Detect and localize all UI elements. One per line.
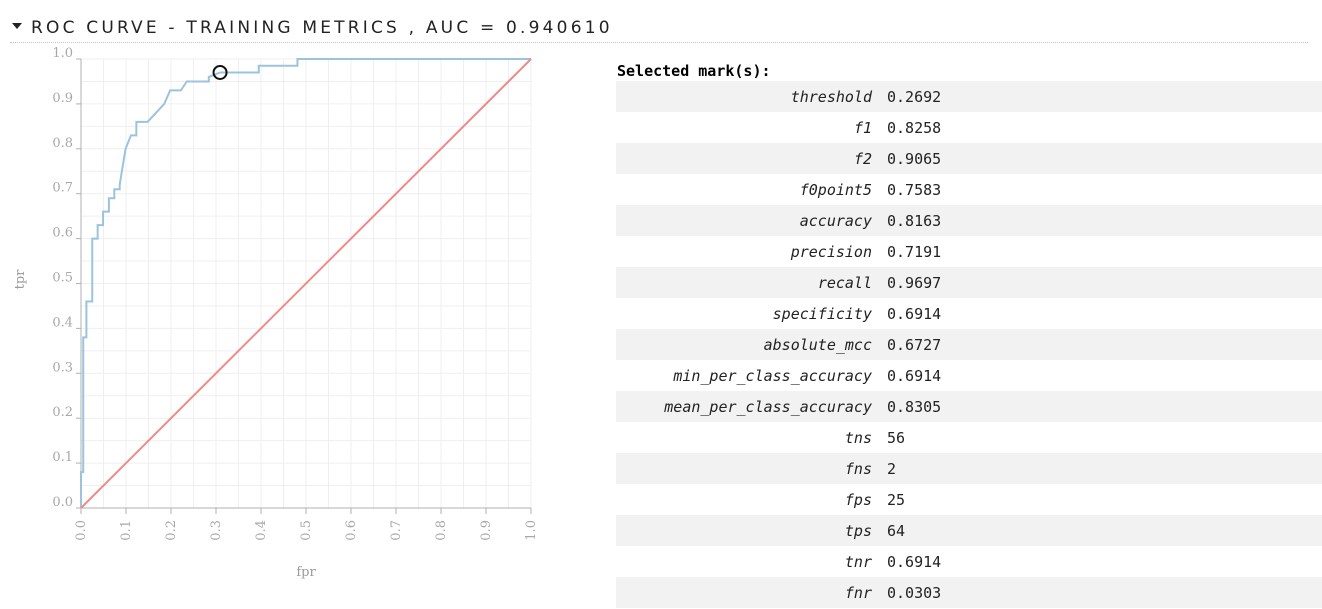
y-tick-label: 0.9 (52, 91, 73, 106)
x-axis-title: fpr (296, 565, 316, 580)
section-title: ROC CURVE - TRAINING METRICS , AUC = 0.9… (31, 18, 613, 38)
metric-name: fps (844, 490, 872, 509)
y-tick-label: 0.5 (52, 271, 73, 286)
metric-value: 0.8258 (887, 118, 942, 137)
metric-name: threshold (790, 87, 872, 106)
metric-row-f0point5: f0point5 0.7583 (616, 174, 1322, 205)
y-tick-label: 0.8 (52, 136, 73, 151)
metric-row-fps: fps 25 (616, 484, 1322, 515)
metric-value: 64 (887, 521, 906, 540)
y-tick-label: 0.1 (52, 450, 73, 465)
metric-name: tnr (844, 552, 872, 571)
metric-row-specificity: specificity 0.6914 (616, 298, 1322, 329)
metric-name: tns (844, 428, 872, 447)
metric-value: 0.7583 (887, 180, 942, 199)
metric-value: 0.9697 (887, 273, 942, 292)
metric-row-tnr: tnr 0.6914 (616, 546, 1322, 577)
metric-row-threshold: threshold 0.2692 (616, 81, 1322, 112)
metric-value: 0.6727 (887, 335, 942, 354)
metric-value: 0.6914 (887, 552, 942, 571)
metric-value: 0.8163 (887, 211, 942, 230)
metric-name: tps (844, 521, 872, 540)
metric-name: specificity (772, 304, 872, 323)
x-tick-label: 0.2 (164, 520, 179, 541)
metric-row-tns: tns 56 (616, 422, 1322, 453)
metric-value: 56 (887, 428, 906, 447)
metric-value: 0.0303 (887, 583, 942, 602)
x-tick-label: 0.9 (479, 520, 494, 541)
metric-row-min-per-class-accuracy: min_per_class_accuracy 0.6914 (616, 360, 1322, 391)
metric-name: accuracy (799, 211, 872, 230)
x-tick-label: 0.8 (434, 520, 449, 541)
caret-down-icon[interactable] (12, 23, 22, 29)
x-tick-label: 0.7 (389, 520, 404, 541)
metric-value: 0.6914 (887, 304, 942, 323)
metric-row-mean-per-class-accuracy: mean_per_class_accuracy 0.8305 (616, 391, 1322, 422)
metric-name: fnr (844, 583, 872, 602)
metric-name: recall (817, 273, 872, 292)
metric-name: fns (844, 459, 872, 478)
metric-value: 0.7191 (887, 242, 942, 261)
metric-row-fns: fns 2 (616, 453, 1322, 484)
y-tick-label: 0.6 (52, 226, 73, 241)
selected-marks-title: Selected mark(s): (617, 62, 771, 80)
metric-value: 25 (887, 490, 906, 509)
metric-name: mean_per_class_accuracy (664, 397, 872, 416)
metric-name: f2 (853, 149, 872, 168)
y-tick-label: 0.3 (52, 360, 73, 375)
x-tick-label: 0.4 (254, 520, 269, 541)
metric-name: f0point5 (799, 180, 872, 199)
metric-value: 0.2692 (887, 87, 942, 106)
metric-name: f1 (853, 118, 872, 137)
metric-value: 0.8305 (887, 397, 942, 416)
metrics-table: threshold 0.2692 f1 0.8258 f2 0.9065 f0point5 0… (616, 81, 1322, 608)
y-tick-label: 1.0 (52, 46, 73, 61)
metric-row-absolute-mcc: absolute_mcc 0.6727 (616, 329, 1322, 360)
x-tick-label: 0.3 (209, 520, 224, 541)
y-tick-label: 0.4 (52, 315, 73, 330)
x-tick-label: 0.0 (74, 520, 89, 541)
metric-name: absolute_mcc (763, 335, 872, 354)
x-tick-label: 1.0 (524, 520, 539, 541)
x-tick-label: 0.5 (299, 520, 314, 541)
y-axis-title: tpr (13, 269, 28, 290)
y-tick-label: 0.2 (52, 405, 73, 420)
roc-section-header[interactable]: ROC CURVE - TRAINING METRICS , AUC = 0.9… (10, 16, 1308, 43)
metric-value: 0.9065 (887, 149, 942, 168)
metric-value: 2 (887, 459, 897, 478)
y-tick-label: 0.0 (52, 495, 73, 510)
x-tick-label: 0.1 (119, 520, 134, 541)
metric-row-f1: f1 0.8258 (616, 112, 1322, 143)
roc-chart: 0.0 0.1 0.2 0.3 0.4 0.5 0.6 0.7 0.8 0.9 1.0 0.0 0.1 0… (13, 46, 539, 580)
metric-name: precision (790, 242, 872, 261)
y-tick-label: 0.7 (52, 181, 73, 196)
metric-value: 0.6914 (887, 366, 942, 385)
metric-row-recall: recall 0.9697 (616, 267, 1322, 298)
metric-row-precision: precision 0.7191 (616, 236, 1322, 267)
metric-row-accuracy: accuracy 0.8163 (616, 205, 1322, 236)
metric-row-tps: tps 64 (616, 515, 1322, 546)
x-tick-label: 0.6 (344, 520, 359, 541)
metric-row-f2: f2 0.9065 (616, 143, 1322, 174)
metric-name: min_per_class_accuracy (673, 366, 872, 385)
metric-row-fnr: fnr 0.0303 (616, 577, 1322, 608)
